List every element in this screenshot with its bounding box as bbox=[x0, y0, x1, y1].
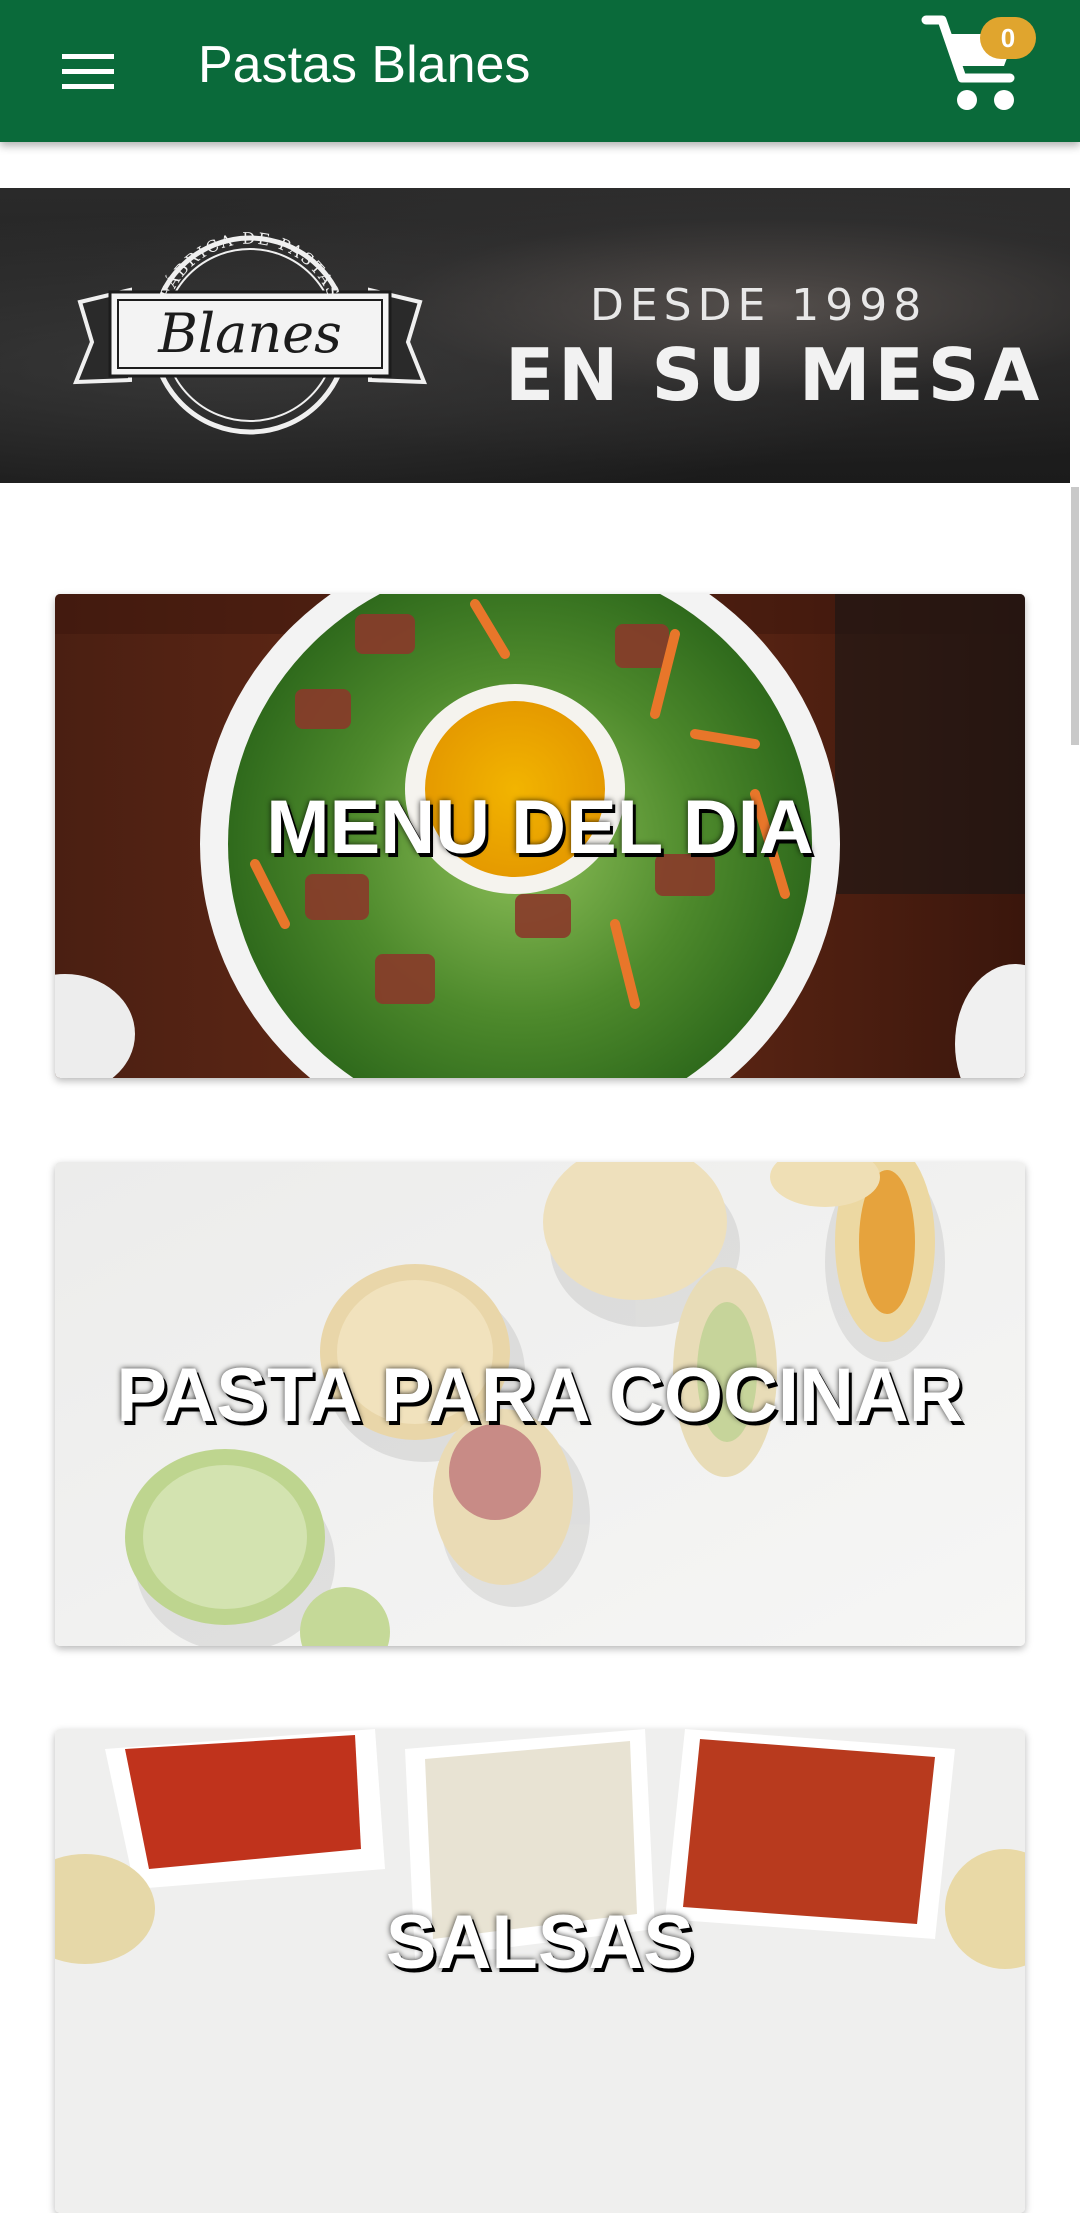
banner-since-text: DESDE 1998 bbox=[590, 280, 928, 331]
cart-count-badge: 0 bbox=[980, 17, 1036, 59]
category-card-menu-del-dia[interactable]: MENU DEL DIA bbox=[55, 594, 1025, 1078]
category-title: PASTA PARA COCINAR bbox=[116, 1353, 964, 1438]
banner-tagline: EN SU MESA bbox=[505, 333, 1044, 417]
category-title: SALSAS bbox=[385, 1900, 695, 1985]
hamburger-menu-icon bbox=[62, 54, 114, 89]
logo-text: Blanes bbox=[157, 302, 342, 365]
category-card-salsas[interactable]: SALSAS bbox=[55, 1729, 1025, 2213]
app-title: Pastas Blanes bbox=[198, 36, 531, 94]
blanes-logo: FÁBRICA DE PASTAS Blanes bbox=[73, 230, 427, 435]
app-bar: Pastas Blanes bbox=[0, 0, 1080, 142]
category-title: MENU DEL DIA bbox=[266, 785, 814, 870]
category-card-pasta-para-cocinar[interactable]: PASTA PARA COCINAR bbox=[55, 1162, 1025, 1646]
scrollbar[interactable] bbox=[1071, 487, 1079, 745]
menu-button[interactable] bbox=[46, 32, 130, 112]
hero-banner: FÁBRICA DE PASTAS Blanes DESDE 1998 EN S… bbox=[0, 188, 1070, 483]
